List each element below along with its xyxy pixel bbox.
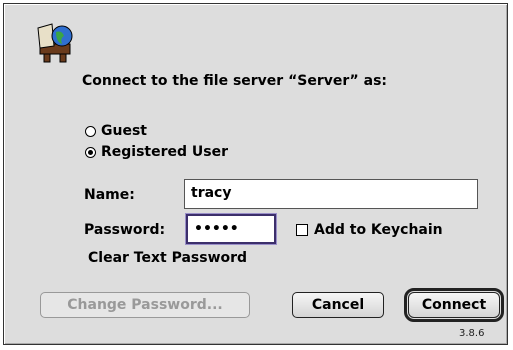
version-label: 3.8.6 (459, 328, 485, 339)
name-label: Name: (84, 187, 135, 203)
connect-button[interactable]: Connect (404, 288, 504, 322)
add-to-keychain-label: Add to Keychain (314, 222, 443, 238)
password-label: Password: (84, 222, 166, 238)
connect-dialog: Connect to the file server “Server” as: … (3, 3, 508, 345)
add-to-keychain-checkbox[interactable]: Add to Keychain (296, 222, 443, 238)
connect-prompt: Connect to the file server “Server” as: (82, 73, 387, 89)
guest-label: Guest (101, 123, 147, 139)
password-field[interactable]: ••••• (186, 214, 276, 244)
cancel-button[interactable]: Cancel (292, 292, 384, 318)
appleshare-icon (37, 23, 73, 63)
radio-button-icon[interactable] (85, 125, 96, 137)
registered-user-radio[interactable]: Registered User (85, 144, 228, 160)
guest-radio[interactable]: Guest (85, 123, 147, 139)
name-field[interactable]: tracy (184, 179, 478, 209)
checkbox-icon[interactable] (296, 224, 308, 236)
change-password-button[interactable]: Change Password... (40, 292, 250, 318)
radio-button-selected-icon[interactable] (85, 146, 96, 158)
registered-user-label: Registered User (101, 144, 229, 160)
clear-text-password-note: Clear Text Password (88, 250, 248, 266)
